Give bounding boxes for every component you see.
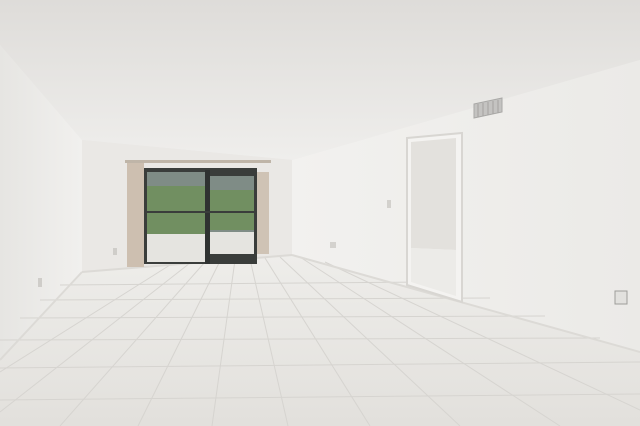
curtain-right <box>257 172 269 254</box>
curtain-left <box>127 161 144 267</box>
open-doorway <box>406 131 463 304</box>
light-switch <box>387 200 391 208</box>
room-photo <box>0 0 640 426</box>
wall-outlet-back <box>113 248 117 255</box>
wall-fixture-small <box>330 242 336 248</box>
wall-outlet-left <box>38 278 42 287</box>
wall-outlet-right <box>614 290 628 305</box>
curtain-rod <box>125 160 271 163</box>
sliding-glass-door <box>144 168 257 264</box>
